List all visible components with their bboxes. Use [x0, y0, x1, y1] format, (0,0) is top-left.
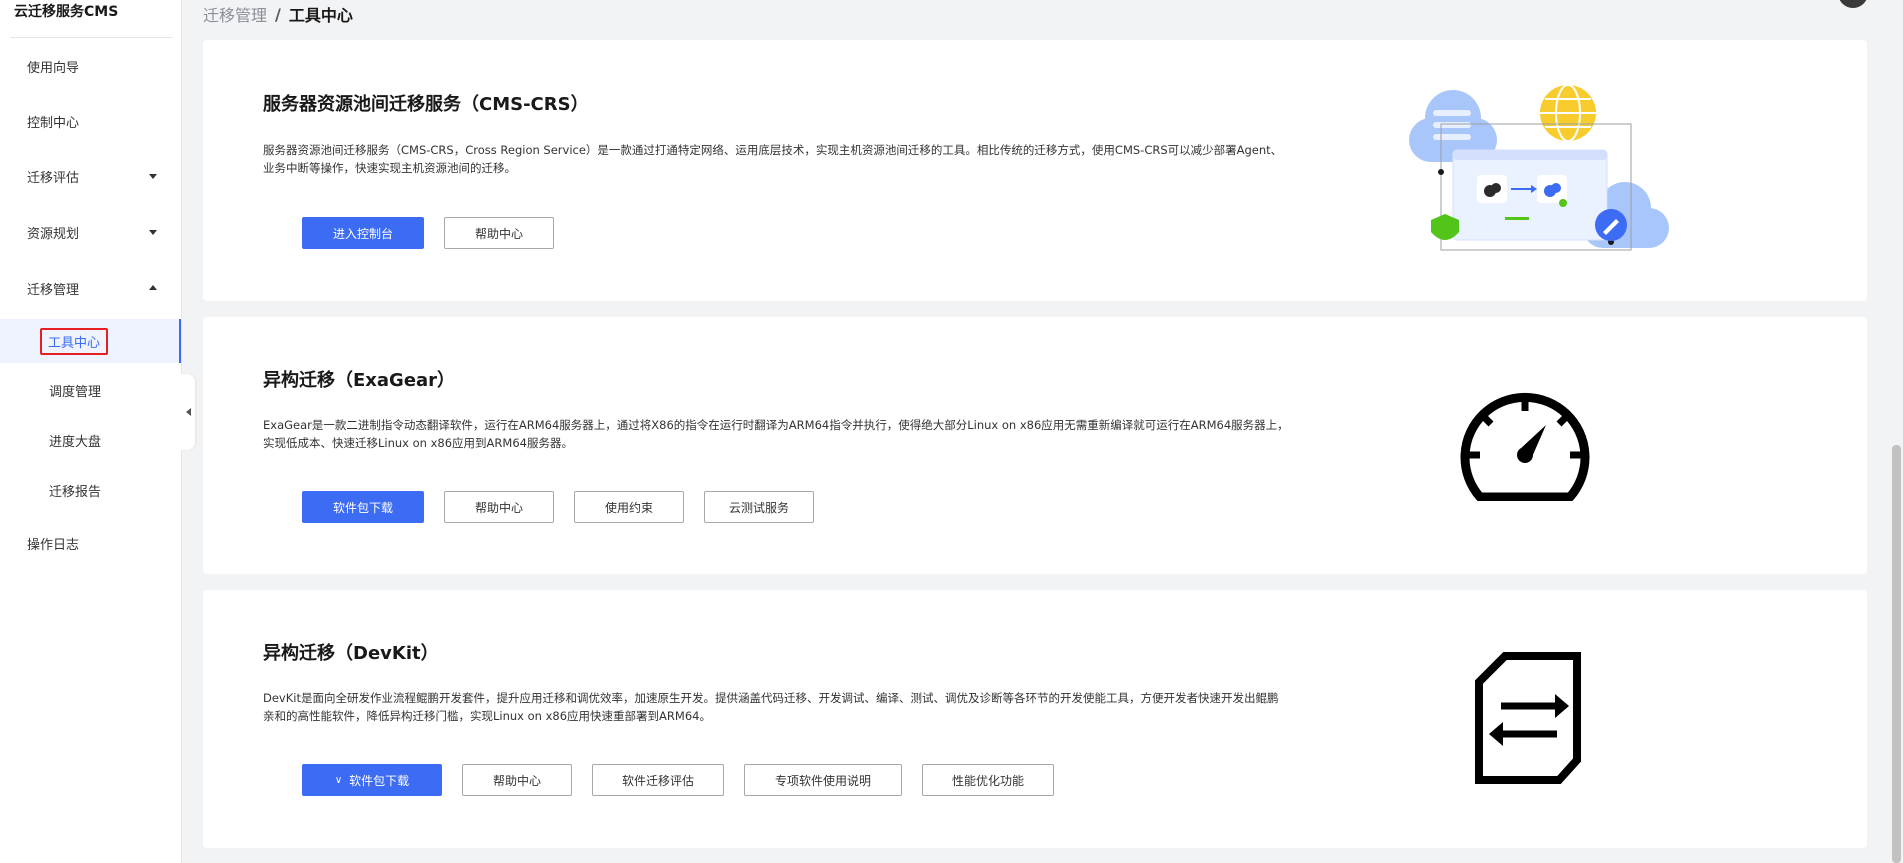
breadcrumb: 迁移管理 / 工具中心	[203, 2, 353, 26]
card-title: 异构迁移（DevKit）	[263, 643, 439, 664]
card-actions: ∨ 软件包下载 帮助中心 软件迁移评估 专项软件使用说明 性能优化功能	[302, 764, 1054, 796]
tool-card-exagear: 异构迁移（ExaGear） ExaGear是一款二进制指令动态翻译软件，运行在A…	[203, 317, 1867, 574]
sidebar-subitem-tool-center[interactable]: 工具中心	[0, 319, 181, 363]
sidebar-item-label: 迁移管理	[27, 282, 80, 298]
sidebar-subitem-progress-dashboard[interactable]: 进度大盘	[0, 418, 181, 462]
sidebar-item-label: 控制中心	[27, 115, 80, 131]
sidebar-subitem-migration-report[interactable]: 迁移报告	[0, 468, 181, 512]
card-description-line: 实现低成本、快速迁移Linux on x86应用到ARM64服务器。	[263, 436, 573, 450]
sidebar-item-control-center[interactable]: 控制中心	[0, 101, 181, 141]
package-download-dropdown-button[interactable]: ∨ 软件包下载	[302, 764, 442, 796]
sidebar-item-label: 迁移评估	[27, 170, 80, 186]
card-description-line: 服务器资源池间迁移服务（CMS-CRS，Cross Region Service…	[263, 143, 1283, 157]
collapse-left-icon	[185, 408, 191, 416]
card-actions: 进入控制台 帮助中心	[302, 217, 554, 249]
card-description: 服务器资源池间迁移服务（CMS-CRS，Cross Region Service…	[263, 141, 1323, 177]
special-software-guide-button[interactable]: 专项软件使用说明	[744, 764, 902, 796]
enter-console-button[interactable]: 进入控制台	[302, 217, 424, 249]
sidebar: 云迁移服务CMS 使用向导 控制中心 迁移评估 资源规划 迁移管理 工具中心 调…	[0, 0, 182, 863]
chevron-down-icon	[149, 230, 157, 235]
card-actions: 软件包下载 帮助中心 使用约束 云测试服务	[302, 491, 814, 523]
breadcrumb-link[interactable]: 迁移管理	[203, 2, 267, 26]
sidebar-item-resource-planning[interactable]: 资源规划	[0, 212, 181, 252]
document-exchange-icon	[1471, 650, 1587, 790]
chevron-up-icon	[149, 285, 157, 290]
card-title: 异构迁移（ExaGear）	[263, 370, 456, 391]
chevron-down-icon: ∨	[334, 774, 343, 786]
cloud-test-service-button[interactable]: 云测试服务	[704, 491, 814, 523]
performance-optimization-button[interactable]: 性能优化功能	[922, 764, 1054, 796]
help-center-button[interactable]: 帮助中心	[444, 217, 554, 249]
scrollbar-thumb[interactable]	[1892, 445, 1901, 863]
sidebar-item-label: 调度管理	[49, 384, 102, 400]
usage-constraints-button[interactable]: 使用约束	[574, 491, 684, 523]
card-description-line: ExaGear是一款二进制指令动态翻译软件，运行在ARM64服务器上，通过将X8…	[263, 418, 1289, 432]
chevron-down-icon	[149, 174, 157, 179]
package-download-button[interactable]: 软件包下载	[302, 491, 424, 523]
app-title: 云迁移服务CMS	[14, 4, 119, 20]
speedometer-icon	[1458, 385, 1592, 505]
divider	[10, 37, 173, 38]
software-migration-assessment-button[interactable]: 软件迁移评估	[592, 764, 724, 796]
card-title: 服务器资源池间迁移服务（CMS-CRS）	[263, 94, 589, 115]
sidebar-item-label: 工具中心	[40, 327, 109, 355]
button-label: 软件包下载	[349, 773, 410, 788]
sidebar-item-migration-management[interactable]: 迁移管理	[0, 268, 181, 308]
card-description-line: DevKit是面向全研发作业流程鲲鹏开发套件，提升应用迁移和调优效率，加速原生开…	[263, 691, 1279, 705]
help-center-button[interactable]: 帮助中心	[462, 764, 572, 796]
sidebar-collapse-button[interactable]	[181, 374, 195, 450]
avatar[interactable]	[1838, 0, 1868, 8]
tool-card-devkit: 异构迁移（DevKit） DevKit是面向全研发作业流程鲲鹏开发套件，提升应用…	[203, 590, 1867, 848]
tool-card-cms-crs: 服务器资源池间迁移服务（CMS-CRS） 服务器资源池间迁移服务（CMS-CRS…	[203, 40, 1867, 301]
sidebar-item-guide[interactable]: 使用向导	[0, 46, 181, 86]
sidebar-item-migration-assessment[interactable]: 迁移评估	[0, 156, 181, 196]
card-description-line: 亲和的高性能软件，降低异构迁移门槛，实现Linux on x86应用快速重部署到…	[263, 709, 711, 723]
sidebar-item-label: 使用向导	[27, 60, 80, 76]
scrollbar[interactable]	[1890, 0, 1903, 863]
card-description: ExaGear是一款二进制指令动态翻译软件，运行在ARM64服务器上，通过将X8…	[263, 416, 1323, 452]
help-center-button[interactable]: 帮助中心	[444, 491, 554, 523]
breadcrumb-current: 工具中心	[288, 6, 353, 25]
sidebar-subitem-schedule-management[interactable]: 调度管理	[0, 368, 181, 412]
sidebar-item-label: 迁移报告	[49, 484, 102, 500]
breadcrumb-separator: /	[275, 4, 281, 24]
sidebar-item-operation-log[interactable]: 操作日志	[0, 523, 181, 563]
card-description-line: 业务中断等操作，快速实现主机资源池间的迁移。	[263, 161, 516, 175]
sidebar-item-label: 进度大盘	[49, 434, 102, 450]
sidebar-item-label: 操作日志	[27, 537, 80, 553]
cloud-migration-illustration	[1403, 80, 1673, 264]
card-description: DevKit是面向全研发作业流程鲲鹏开发套件，提升应用迁移和调优效率，加速原生开…	[263, 689, 1323, 725]
sidebar-item-label: 资源规划	[27, 226, 80, 242]
